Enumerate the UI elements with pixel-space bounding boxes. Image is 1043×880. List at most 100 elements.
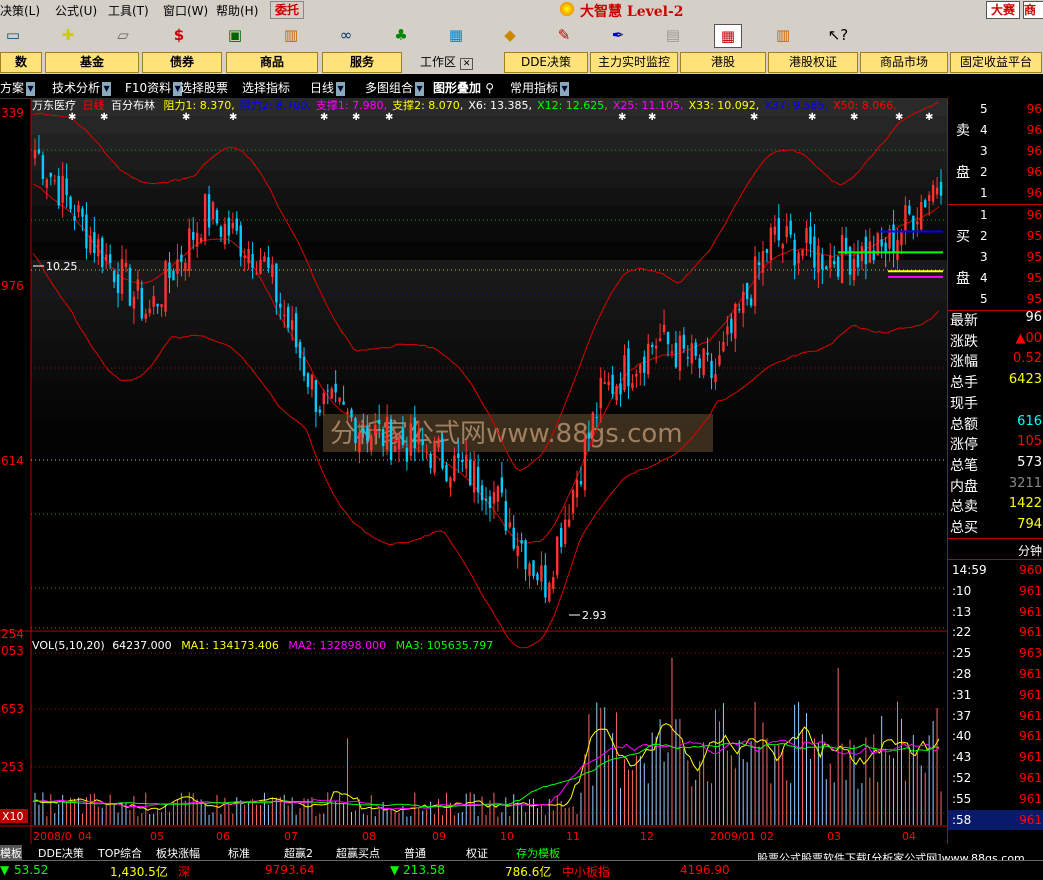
tech-analysis-menu[interactable]: 技术分析 ▼: [52, 79, 112, 96]
tick-row[interactable]: :58 961: [948, 809, 1043, 830]
template-tab[interactable]: 权证: [466, 845, 488, 861]
dollar-icon[interactable]: $: [166, 24, 192, 46]
tick-row[interactable]: :25 963: [948, 643, 1043, 663]
date-label: 10: [500, 830, 514, 843]
tick-list[interactable]: 14:59 960:10 961:13 961:22 961:25 963:28 961:3…: [948, 560, 1043, 844]
tick-row[interactable]: :43 961: [948, 747, 1043, 767]
tick-row[interactable]: :10 961: [948, 581, 1043, 601]
tick-row[interactable]: :37 961: [948, 706, 1043, 726]
entrust-button[interactable]: 委托: [270, 1, 304, 19]
candle-body: [781, 244, 784, 249]
analysis-toolbar: 方案 ▼ 技术分析 ▼ F10资料 ▼ 选择股票 选择指标 日线 ▼ 多图组合 ▼ 图形叠…: [0, 74, 1043, 172]
diamond-icon[interactable]: ◆: [497, 24, 523, 46]
nav-hk[interactable]: 港股: [680, 52, 766, 73]
date-label: 06: [216, 830, 230, 843]
multi-chart-menu[interactable]: 多图组合 ▼: [365, 79, 425, 96]
nav-dde[interactable]: DDE决策: [504, 52, 588, 73]
candle-body: [132, 296, 136, 309]
template-tab[interactable]: 存为模板: [516, 845, 560, 861]
date-axis: 2008/0 04 05 06 07 08 09 10 11 12 2009/01 02 03 04: [33, 830, 916, 843]
candle-body: [520, 540, 523, 544]
link-icon[interactable]: ✎: [551, 24, 577, 46]
star-marker-icon: ✱: [229, 112, 237, 123]
candle-body: [809, 226, 812, 244]
template-tab[interactable]: 模板: [0, 845, 22, 861]
template-tab[interactable]: DDE决策: [38, 845, 84, 861]
quote-row: 总笔 573: [950, 455, 1042, 475]
workarea-close-icon[interactable]: ✕: [459, 58, 474, 70]
candle-body: [164, 261, 167, 312]
menu-window[interactable]: 窗口(W): [163, 2, 208, 19]
tick-row[interactable]: :55 961: [948, 789, 1043, 809]
menu-decision[interactable]: 决策(L): [0, 2, 40, 19]
template-tab[interactable]: 普通: [404, 845, 426, 861]
scheme-menu[interactable]: 方案 ▼: [0, 79, 36, 96]
candle-body: [97, 239, 100, 257]
date-label: 03: [827, 830, 841, 843]
nav-service[interactable]: 服务: [322, 52, 402, 73]
candle-body: [255, 272, 258, 274]
tick-time: :55: [952, 791, 972, 806]
tick-row[interactable]: 14:59 960: [948, 560, 1043, 580]
menu-help[interactable]: 帮助(H): [216, 2, 258, 19]
f10-menu[interactable]: F10资料 ▼: [125, 79, 183, 96]
contest-button[interactable]: 大赛: [986, 1, 1020, 19]
ruler-icon[interactable]: ▱: [110, 24, 136, 46]
crosshair-icon[interactable]: ✚: [55, 24, 81, 46]
candle-body: [267, 257, 270, 268]
candle-body: [607, 381, 610, 386]
chart-area[interactable]: 分析家公式网www.88gs.com ✱ ✱ ✱ ✱ ✱ ✱ ✱ ✱ ✱ ✱ ✱ ✱ ✱ ✱ 万东医疗 日…: [0, 98, 947, 844]
select-indicator-button[interactable]: 选择指标: [242, 79, 290, 96]
nav-hk-warrant[interactable]: 港股权证: [768, 52, 858, 73]
tick-price: 961: [1019, 771, 1042, 785]
window-icon[interactable]: ▦: [714, 24, 742, 48]
help-pointer-icon[interactable]: ↖?: [825, 24, 851, 46]
nav-main-monitor[interactable]: 主力实时监控: [590, 52, 678, 73]
nav-bond[interactable]: 债券: [142, 52, 222, 73]
tick-row[interactable]: :13 961: [948, 602, 1043, 622]
tick-row[interactable]: :22 961: [948, 622, 1043, 642]
common-indicator-menu[interactable]: 常用指标 ▼: [510, 79, 570, 96]
nav-index[interactable]: 数: [0, 52, 42, 73]
candle-body: [89, 235, 92, 253]
candle-body: [184, 262, 187, 271]
tick-row[interactable]: :40 961: [948, 726, 1043, 746]
candle-body: [128, 267, 132, 306]
bars-icon[interactable]: ▥: [278, 24, 304, 46]
bell-icon[interactable]: ♣: [388, 24, 414, 46]
select-stock-button[interactable]: 选择股票: [180, 79, 228, 96]
books-icon[interactable]: ▥: [770, 24, 796, 46]
pen-icon[interactable]: ✒: [605, 24, 631, 46]
quote-row: 涨跌 ▲00: [950, 331, 1042, 351]
menu-tools[interactable]: 工具(T): [108, 2, 149, 19]
period-menu[interactable]: 日线 ▼: [310, 79, 346, 96]
template-tab[interactable]: 超赢2: [284, 845, 313, 861]
overlay-button[interactable]: 图形叠加 ⚲: [433, 79, 494, 96]
printer-icon[interactable]: ▤: [660, 24, 686, 46]
sell-book: 卖 盘 5 96 4 96 3 96 2 96 1 96: [948, 98, 1043, 205]
nav-commodity[interactable]: 商品: [226, 52, 318, 73]
monitor-icon[interactable]: ▭: [0, 24, 26, 46]
tick-row[interactable]: :52 961: [948, 768, 1043, 788]
tick-row[interactable]: :28 961: [948, 664, 1043, 684]
nav-fund[interactable]: 基金: [45, 52, 139, 73]
template-tab[interactable]: 标准: [228, 845, 250, 861]
template-tab[interactable]: 超赢买点: [336, 845, 380, 861]
template-tab[interactable]: TOP综合: [98, 845, 142, 861]
nav-fixed-income[interactable]: 固定收益平台: [950, 52, 1042, 73]
volume-bars: [34, 657, 942, 825]
nav-market[interactable]: 商品市场: [860, 52, 948, 73]
money-icon[interactable]: ▣: [222, 24, 248, 46]
binoculars-icon[interactable]: ∞: [333, 24, 359, 46]
tick-row[interactable]: :31 961: [948, 685, 1043, 705]
orderbook-level: 5: [980, 102, 988, 116]
template-tab[interactable]: 板块涨幅: [156, 845, 200, 861]
orderbook-level: 3: [980, 250, 988, 264]
menu-formula[interactable]: 公式(U): [55, 2, 97, 19]
shop-button[interactable]: 商: [1023, 1, 1043, 19]
grid-icon[interactable]: ▦: [443, 24, 469, 46]
star-marker-icon: ✱: [925, 112, 933, 123]
orderbook-level: 2: [980, 165, 988, 179]
candle-body: [749, 298, 753, 306]
candle-body: [797, 252, 800, 264]
